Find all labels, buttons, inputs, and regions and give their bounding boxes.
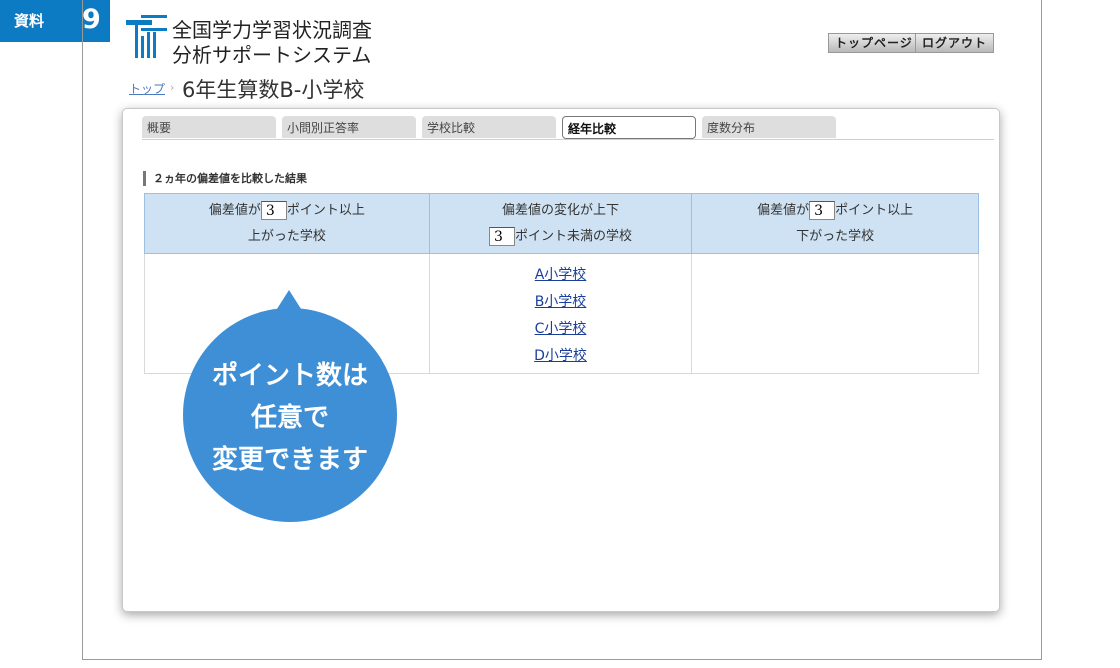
header-up-pre: 偏差値が	[208, 202, 261, 218]
logo-title-line2: 分析サポートシステム	[172, 43, 372, 67]
header-stable-line1: 偏差値の変化が上下	[501, 202, 619, 218]
tab-yearly-comparison[interactable]: 経年比較	[562, 116, 696, 139]
breadcrumb-separator-icon: ›	[170, 81, 175, 94]
points-down-input[interactable]: 3	[809, 200, 836, 220]
tab-question-accuracy[interactable]: 小問別正答率	[282, 116, 416, 138]
points-stable-input[interactable]: 3	[488, 226, 515, 246]
top-page-button[interactable]: トップページ	[828, 33, 920, 53]
logo-mark-icon	[126, 15, 167, 58]
document-label-word: 資料	[14, 12, 45, 30]
tab-bar: 概要 小問別正答率 学校比較 経年比較 度数分布	[142, 116, 994, 140]
callout-line3: 変更できます	[211, 445, 368, 475]
section-title: ２ヵ年の偏差値を比較した結果	[143, 171, 307, 186]
breadcrumb-top-link[interactable]: トップ	[129, 80, 165, 97]
school-link-d[interactable]: D小学校	[430, 343, 692, 370]
header-cell-down: 偏差値が 3 ポイント以上 下がった学校	[691, 193, 979, 254]
tab-overview[interactable]: 概要	[142, 116, 276, 138]
header-up-post: ポイント以上	[286, 202, 365, 218]
callout-line1: ポイント数は	[211, 361, 368, 391]
header-cell-up: 偏差値が 3 ポイント以上 上がった学校	[144, 193, 430, 254]
points-up-input[interactable]: 3	[260, 200, 287, 220]
cell-stable-schools: A小学校 B小学校 C小学校 D小学校	[428, 253, 693, 374]
logout-button[interactable]: ログアウト	[915, 33, 995, 53]
school-link-a[interactable]: A小学校	[430, 262, 692, 289]
app-logo[interactable]: 全国学力学習状況調査 分析サポートシステム	[126, 12, 386, 67]
page-title: 6年生算数B-小学校	[182, 78, 365, 102]
header-down-pre: 偏差値が	[757, 202, 810, 218]
callout-line2: 任意で	[250, 403, 329, 433]
header-down-line2: 下がった学校	[796, 228, 875, 244]
cell-down-schools	[691, 253, 979, 374]
header-down-post: ポイント以上	[835, 202, 914, 218]
table-header-row: 偏差値が 3 ポイント以上 上がった学校 偏差値の変化が上下 3 ポイント未満の学校 …	[144, 193, 979, 254]
tab-frequency-distribution[interactable]: 度数分布	[702, 116, 836, 138]
header-up-line2: 上がった学校	[247, 228, 326, 244]
school-link-b[interactable]: B小学校	[430, 289, 692, 316]
school-link-c[interactable]: C小学校	[430, 316, 692, 343]
header-stable-post: ポイント未満の学校	[514, 228, 632, 244]
tab-school-comparison[interactable]: 学校比較	[422, 116, 556, 138]
header-cell-stable: 偏差値の変化が上下 3 ポイント未満の学校	[428, 193, 693, 254]
callout-text: ポイント数は 任意で 変更できます	[183, 355, 397, 481]
